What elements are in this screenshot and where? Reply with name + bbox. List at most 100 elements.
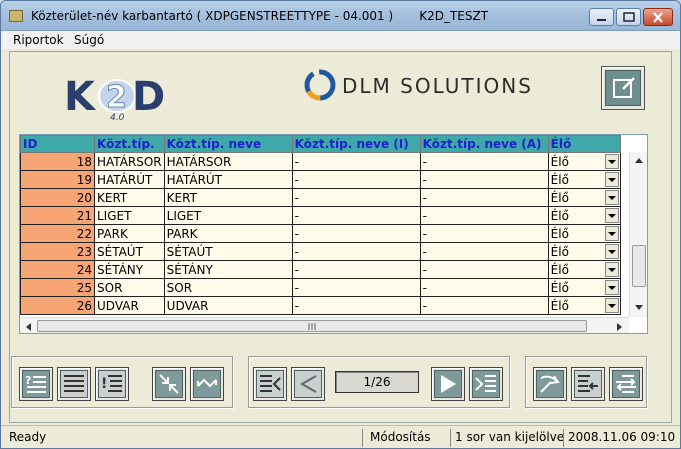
exit-button[interactable] xyxy=(533,367,567,401)
cell-id[interactable]: 26 xyxy=(20,296,95,315)
horizontal-scrollbar[interactable] xyxy=(20,317,629,333)
menu-sugo[interactable]: Súgó xyxy=(74,33,104,47)
cell-code[interactable]: HATÁRSOR xyxy=(94,152,165,171)
cell-id[interactable]: 24 xyxy=(20,260,95,279)
cell-name[interactable]: HATÁRÚT xyxy=(163,170,293,189)
cell-name-a[interactable]: - xyxy=(419,242,549,261)
cell-code[interactable]: PARK xyxy=(94,224,165,243)
dropdown-button[interactable] xyxy=(604,244,619,259)
table-row[interactable]: 24 SÉTÁNY SÉTÁNY - - Élő xyxy=(20,260,621,279)
scroll-up-icon[interactable] xyxy=(634,156,644,164)
dropdown-button[interactable] xyxy=(604,298,619,313)
cell-id[interactable]: 19 xyxy=(20,170,95,189)
dropdown-button[interactable] xyxy=(604,280,619,295)
col-header-name-i[interactable]: Közt.típ. neve (I) xyxy=(291,135,421,153)
edit-button[interactable] xyxy=(601,66,645,110)
cell-name[interactable]: HATÁRSOR xyxy=(163,152,293,171)
cell-elo[interactable]: Élő xyxy=(547,278,621,297)
cell-elo[interactable]: Élő xyxy=(547,206,621,225)
cell-name-a[interactable]: - xyxy=(419,224,549,243)
cell-elo[interactable]: Élő xyxy=(547,296,621,315)
minimize-button[interactable] xyxy=(589,8,614,26)
cell-id[interactable]: 20 xyxy=(20,188,95,207)
table-row[interactable]: 23 SÉTAÚT SÉTAÚT - - Élő xyxy=(20,242,621,261)
list-view-button[interactable] xyxy=(57,367,91,401)
cell-code[interactable]: SÉTÁNY xyxy=(94,260,165,279)
cell-name[interactable]: LIGET xyxy=(163,206,293,225)
cell-name-a[interactable]: - xyxy=(419,206,549,225)
dropdown-button[interactable] xyxy=(604,208,619,223)
cell-id[interactable]: 25 xyxy=(20,278,95,297)
cell-name-i[interactable]: - xyxy=(291,170,421,189)
dropdown-button[interactable] xyxy=(604,190,619,205)
title-bar[interactable]: Közterület-név karbantartó ( XDPGENSTREE… xyxy=(1,1,680,31)
cell-name-a[interactable]: - xyxy=(419,296,549,315)
cell-code[interactable]: SÉTAÚT xyxy=(94,242,165,261)
col-header-code[interactable]: Közt.típ. xyxy=(94,135,165,153)
cell-code[interactable]: SOR xyxy=(94,278,165,297)
table-row[interactable]: 18 HATÁRSOR HATÁRSOR - - Élő xyxy=(20,152,621,171)
previous-page-button[interactable] xyxy=(291,367,325,401)
first-page-button[interactable] xyxy=(253,367,287,401)
cell-id[interactable]: 18 xyxy=(20,152,95,171)
cell-name[interactable]: UDVAR xyxy=(163,296,293,315)
cell-elo[interactable]: Élő xyxy=(547,188,621,207)
cell-id[interactable]: 22 xyxy=(20,224,95,243)
table-row[interactable]: 22 PARK PARK - - Élő xyxy=(20,224,621,243)
cell-name-i[interactable]: - xyxy=(291,152,421,171)
cell-elo[interactable]: Élő xyxy=(547,152,621,171)
cell-name-i[interactable]: - xyxy=(291,296,421,315)
last-page-button[interactable] xyxy=(469,367,503,401)
help-list-button[interactable]: ? xyxy=(19,367,53,401)
cell-name[interactable]: SOR xyxy=(163,278,293,297)
cell-code[interactable]: HATÁRÚT xyxy=(94,170,165,189)
cell-name-a[interactable]: - xyxy=(419,188,549,207)
table-row[interactable]: 21 LIGET LIGET - - Élő xyxy=(20,206,621,225)
col-header-elo[interactable]: Élő xyxy=(547,135,621,153)
col-header-id[interactable]: ID xyxy=(20,135,95,153)
scroll-left-icon[interactable] xyxy=(24,322,32,332)
alert-list-button[interactable]: ! xyxy=(95,367,129,401)
close-button[interactable] xyxy=(643,8,673,26)
cell-name[interactable]: PARK xyxy=(163,224,293,243)
table-row[interactable]: 19 HATÁRÚT HATÁRÚT - - Élő xyxy=(20,170,621,189)
cell-id[interactable]: 21 xyxy=(20,206,95,225)
menu-riportok[interactable]: Riportok xyxy=(13,33,64,47)
transfer-button[interactable] xyxy=(609,367,643,401)
cell-name-i[interactable]: - xyxy=(291,224,421,243)
cell-name[interactable]: SÉTÁNY xyxy=(163,260,293,279)
cell-elo[interactable]: Élő xyxy=(547,224,621,243)
table-row[interactable]: 26 UDVAR UDVAR - - Élő xyxy=(20,296,621,315)
cell-name-a[interactable]: - xyxy=(419,260,549,279)
cell-name[interactable]: KERT xyxy=(163,188,293,207)
cell-code[interactable]: UDVAR xyxy=(94,296,165,315)
collapse-button[interactable] xyxy=(152,367,186,401)
import-button[interactable] xyxy=(571,367,605,401)
col-header-name-a[interactable]: Közt.típ. neve (A) xyxy=(419,135,549,153)
resize-button[interactable] xyxy=(190,367,224,401)
cell-name-i[interactable]: - xyxy=(291,260,421,279)
table-row[interactable]: 20 KERT KERT - - Élő xyxy=(20,188,621,207)
cell-id[interactable]: 23 xyxy=(20,242,95,261)
cell-name-i[interactable]: - xyxy=(291,278,421,297)
table-row[interactable]: 25 SOR SOR - - Élő xyxy=(20,278,621,297)
cell-name-i[interactable]: - xyxy=(291,242,421,261)
scroll-down-icon[interactable] xyxy=(634,304,644,312)
dropdown-button[interactable] xyxy=(604,154,619,169)
maximize-button[interactable] xyxy=(616,8,641,26)
scroll-right-icon[interactable] xyxy=(616,322,624,332)
dropdown-button[interactable] xyxy=(604,226,619,241)
col-header-name[interactable]: Közt.típ. neve xyxy=(163,135,293,153)
dropdown-button[interactable] xyxy=(604,172,619,187)
dropdown-button[interactable] xyxy=(604,262,619,277)
cell-elo[interactable]: Élő xyxy=(547,260,621,279)
cell-elo[interactable]: Élő xyxy=(547,170,621,189)
cell-name-i[interactable]: - xyxy=(291,188,421,207)
vertical-scroll-thumb[interactable] xyxy=(632,245,646,287)
cell-name[interactable]: SÉTAÚT xyxy=(163,242,293,261)
cell-code[interactable]: LIGET xyxy=(94,206,165,225)
cell-elo[interactable]: Élő xyxy=(547,242,621,261)
cell-name-a[interactable]: - xyxy=(419,170,549,189)
horizontal-scroll-thumb[interactable] xyxy=(37,320,587,332)
cell-name-a[interactable]: - xyxy=(419,152,549,171)
